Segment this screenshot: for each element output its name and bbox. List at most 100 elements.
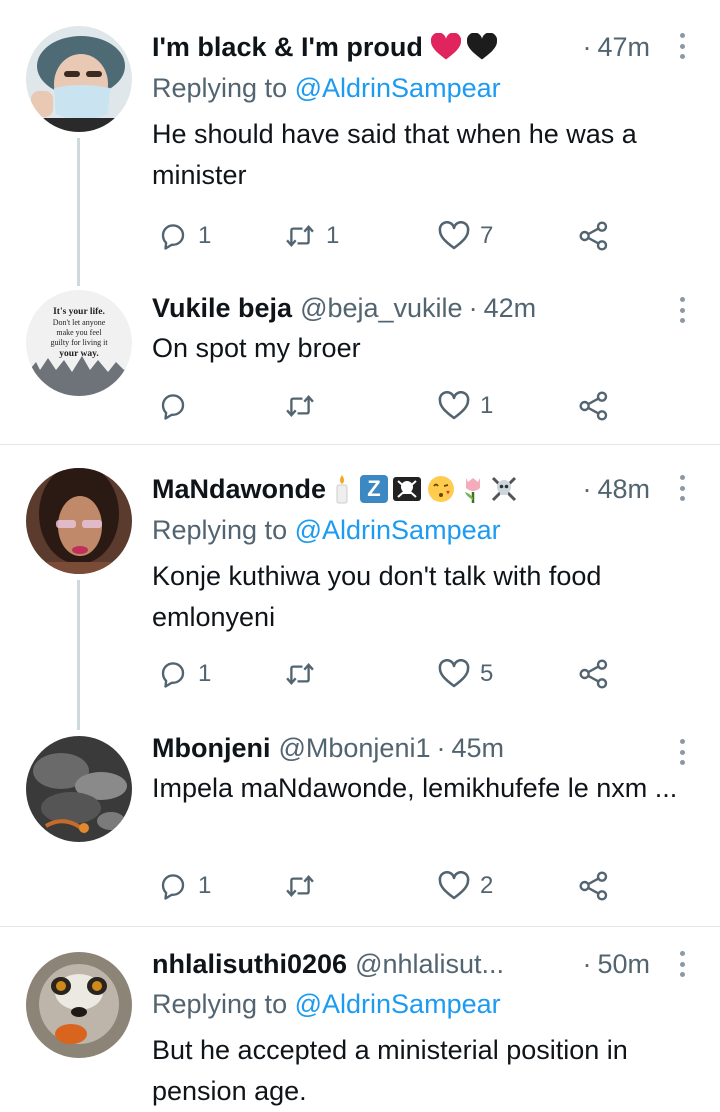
tweet-header: Vukile beja @beja_vukile · 42m	[152, 288, 650, 328]
tweet-text: Konje kuthiwa you don't talk with food e…	[152, 561, 602, 632]
reply-icon	[158, 391, 188, 421]
tweet-3[interactable]: MaNdawonde Z · 48m Replying to @AldrinSa…	[0, 468, 720, 730]
retweet-button[interactable]: 1	[284, 216, 339, 256]
reply-count: 1	[198, 660, 212, 687]
display-name[interactable]: nhlalisuthi0206	[152, 944, 347, 984]
candle-icon	[332, 473, 352, 505]
tweet-4[interactable]: Mbonjeni @Mbonjeni1 · 45m Impela maNdawo…	[0, 732, 720, 912]
tweet-header: MaNdawonde Z · 48m	[152, 469, 650, 509]
share-icon	[578, 870, 610, 902]
timestamp[interactable]: 42m	[484, 288, 537, 328]
action-bar: 1 2	[152, 866, 632, 906]
share-button[interactable]	[578, 866, 610, 906]
timestamp[interactable]: 47m	[597, 27, 650, 67]
more-icon[interactable]	[674, 30, 690, 62]
avatar[interactable]	[26, 468, 132, 574]
display-name[interactable]: Mbonjeni	[152, 728, 270, 768]
avatar-text-line: Don't let anyone	[53, 318, 106, 327]
pirate-flag-icon	[392, 475, 422, 503]
reply-button[interactable]: 1	[158, 866, 211, 906]
avatar-text-line: your way.	[59, 349, 98, 359]
retweet-count: 1	[326, 222, 340, 249]
action-bar: 1 1 7	[152, 216, 632, 256]
retweet-button[interactable]	[284, 654, 326, 694]
share-icon	[578, 220, 610, 252]
timestamp[interactable]: 45m	[451, 728, 504, 768]
reply-button[interactable]: 1	[158, 216, 211, 256]
reply-button[interactable]	[158, 386, 198, 426]
timestamp[interactable]: 48m	[597, 469, 650, 509]
like-button[interactable]: 1	[438, 386, 493, 426]
thread-line	[77, 138, 80, 286]
reply-icon	[158, 221, 188, 251]
display-name[interactable]: Vukile beja	[152, 288, 292, 328]
display-name[interactable]: I'm black & I'm proud	[152, 27, 423, 67]
replying-to: Replying to @AldrinSampear	[152, 515, 501, 545]
user-handle[interactable]: @Mbonjeni1	[278, 728, 430, 768]
like-count: 7	[480, 222, 494, 249]
avatar-text-line: guilty for living it	[50, 338, 108, 347]
mention-link[interactable]: @AldrinSampear	[295, 989, 501, 1019]
retweet-icon	[284, 221, 316, 251]
more-icon[interactable]	[674, 948, 690, 980]
replying-to: Replying to @AldrinSampear	[152, 989, 501, 1019]
more-icon[interactable]	[674, 736, 690, 768]
tulip-icon	[460, 474, 486, 504]
like-icon	[438, 659, 470, 689]
avatar-text-line: make you feel	[56, 328, 102, 337]
action-bar: 1	[152, 386, 632, 426]
avatar[interactable]: It's your life. Don't let anyone make yo…	[26, 290, 132, 396]
avatar[interactable]	[26, 952, 132, 1058]
like-icon	[438, 871, 470, 901]
share-icon	[578, 390, 610, 422]
face-blowing-kiss-icon	[426, 474, 456, 504]
retweet-icon	[284, 871, 316, 901]
avatar-text-line: It's your life.	[53, 307, 105, 317]
avatar[interactable]	[26, 736, 132, 842]
divider	[0, 926, 720, 927]
share-icon	[578, 658, 610, 690]
like-count: 5	[480, 660, 494, 687]
thread-line	[77, 580, 80, 730]
like-icon	[438, 221, 470, 251]
user-handle[interactable]: @nhlalisut...	[355, 944, 504, 984]
like-button[interactable]: 7	[438, 216, 493, 256]
retweet-button[interactable]	[284, 386, 326, 426]
avatar[interactable]	[26, 26, 132, 132]
tweet-text: On spot my broer	[152, 333, 361, 363]
reply-button[interactable]: 1	[158, 654, 211, 694]
divider	[0, 444, 720, 445]
more-icon[interactable]	[674, 294, 690, 326]
tweet-header: I'm black & I'm proud · 47m	[152, 27, 650, 67]
like-icon	[438, 391, 470, 421]
display-name[interactable]: MaNdawonde	[152, 469, 326, 509]
tweet-2[interactable]: It's your life. Don't let anyone make yo…	[0, 288, 720, 421]
mention-link[interactable]: @AldrinSampear	[295, 73, 501, 103]
tweet-text: But he accepted a ministerial position i…	[152, 1035, 628, 1106]
reply-icon	[158, 871, 188, 901]
reply-count: 1	[198, 872, 212, 899]
skull-crossbones-icon	[490, 475, 518, 503]
share-button[interactable]	[578, 216, 610, 256]
tweet-header: Mbonjeni @Mbonjeni1 · 45m	[152, 728, 650, 768]
black-heart-icon	[466, 33, 497, 61]
letter-z-badge-icon: Z	[360, 475, 389, 503]
tweet-1[interactable]: I'm black & I'm proud · 47m Replying to …	[0, 26, 720, 286]
timestamp[interactable]: 50m	[597, 944, 650, 984]
share-button[interactable]	[578, 386, 610, 426]
tweet-text: He should have said that when he was a m…	[152, 119, 637, 190]
like-count: 2	[480, 872, 494, 899]
like-button[interactable]: 5	[438, 654, 493, 694]
more-icon[interactable]	[674, 472, 690, 504]
user-handle[interactable]: @beja_vukile	[300, 288, 463, 328]
share-button[interactable]	[578, 654, 610, 694]
replying-to: Replying to @AldrinSampear	[152, 73, 501, 103]
reply-count: 1	[198, 222, 212, 249]
like-count: 1	[480, 392, 494, 419]
tweet-5[interactable]: nhlalisuthi0206 @nhlalisut... · 50m Repl…	[0, 944, 720, 1112]
retweet-icon	[284, 659, 316, 689]
mention-link[interactable]: @AldrinSampear	[295, 515, 501, 545]
action-bar: 1 5	[152, 654, 632, 694]
like-button[interactable]: 2	[438, 866, 493, 906]
retweet-button[interactable]	[284, 866, 326, 906]
